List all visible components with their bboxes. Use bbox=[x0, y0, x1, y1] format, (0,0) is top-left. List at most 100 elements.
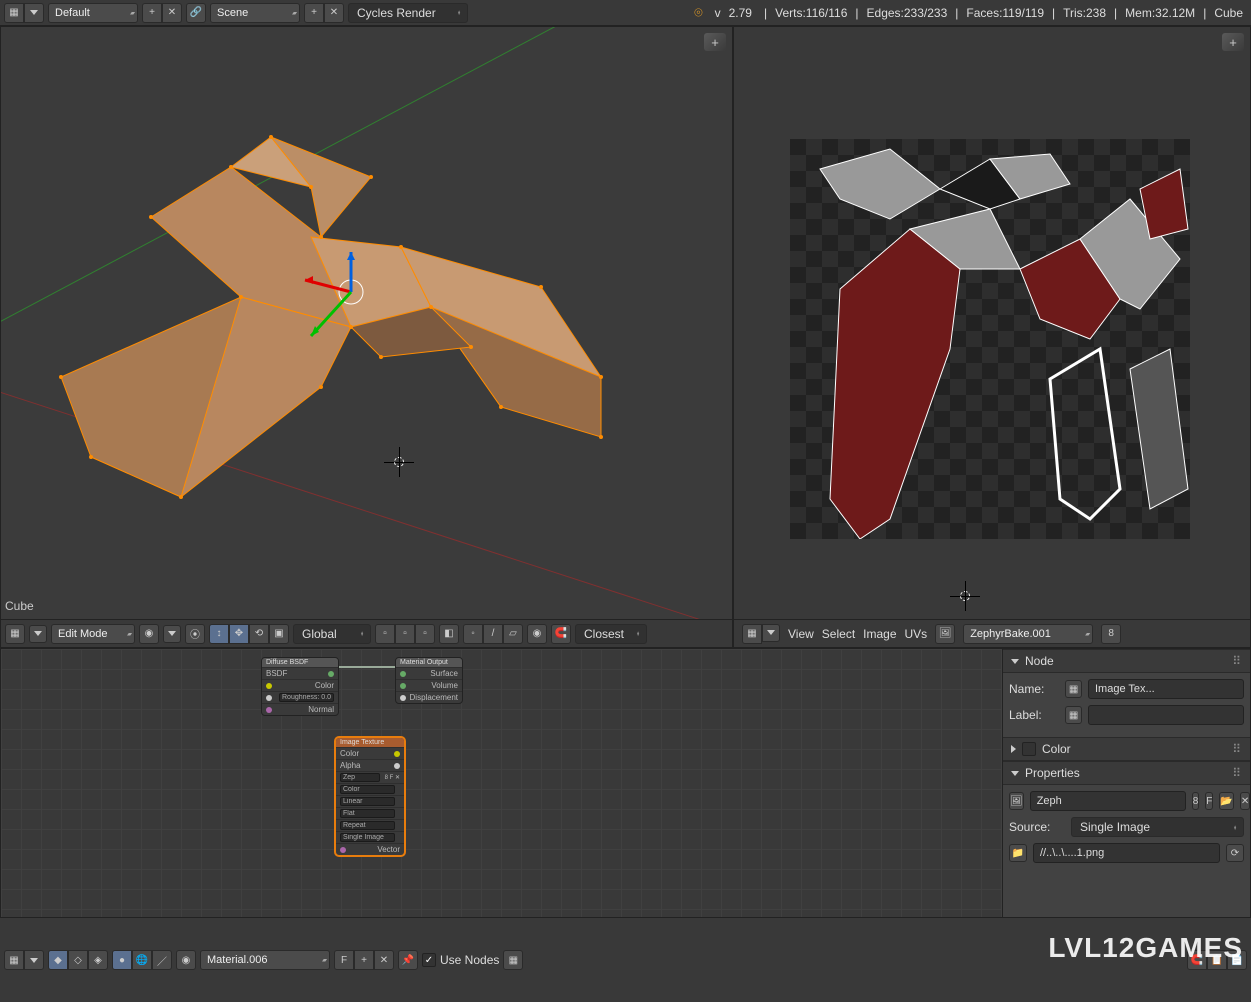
region-split-handle[interactable]: + bbox=[704, 33, 726, 51]
active-object-label: Cube bbox=[5, 599, 34, 613]
uv-editor-header: ▦ View Select Image UVs 🖼 ZephyrBake.001… bbox=[734, 619, 1250, 647]
node-src-select[interactable] bbox=[340, 833, 395, 842]
material-select[interactable]: Material.006 bbox=[200, 950, 330, 970]
scene-select[interactable]: Scene bbox=[210, 3, 300, 23]
menus-collapse-icon[interactable] bbox=[24, 3, 44, 23]
pin-icon[interactable]: 📌 bbox=[398, 950, 418, 970]
node-label-input[interactable] bbox=[1088, 705, 1244, 725]
layer-3[interactable]: ▫ bbox=[415, 624, 435, 644]
texture-tree-icon[interactable]: ◈ bbox=[88, 950, 108, 970]
uv-menu-image[interactable]: Image bbox=[863, 627, 896, 641]
blender-icon: ⌾ bbox=[690, 4, 706, 21]
node-title: Diffuse BSDF bbox=[262, 658, 338, 667]
vert-sel-icon[interactable]: ◦ bbox=[463, 624, 483, 644]
object-shader-icon[interactable]: ● bbox=[112, 950, 132, 970]
open-image-button[interactable]: 📂 bbox=[1219, 792, 1233, 810]
orientation-select[interactable]: Global bbox=[293, 624, 371, 644]
panel-header-color[interactable]: Color⠿ bbox=[1003, 737, 1250, 761]
shader-tree-icon[interactable]: ◆ bbox=[48, 950, 68, 970]
material-browse-icon[interactable]: ◉ bbox=[176, 950, 196, 970]
panel-header-node[interactable]: Node⠿ bbox=[1003, 649, 1250, 673]
source-select[interactable]: Single Image bbox=[1071, 817, 1244, 837]
mode-select[interactable]: Edit Mode bbox=[51, 624, 135, 644]
image-users[interactable]: 8 bbox=[1101, 624, 1121, 644]
image-select[interactable]: ZephyrBake.001 bbox=[963, 624, 1093, 644]
image-users[interactable]: 8 bbox=[1192, 792, 1200, 810]
editor-type-icon[interactable]: ▦ bbox=[4, 3, 24, 23]
manipulator-toggle-icon[interactable]: ↕ bbox=[209, 624, 229, 644]
image-browse-icon[interactable]: 🖼 bbox=[1009, 792, 1024, 810]
node-name-input[interactable] bbox=[1088, 679, 1244, 699]
label-label: Label: bbox=[1009, 708, 1059, 722]
node-image-input[interactable] bbox=[340, 773, 380, 782]
reload-icon[interactable]: ⟳ bbox=[1226, 844, 1244, 862]
uv-layout bbox=[790, 139, 1190, 539]
scene-browse-icon[interactable]: 🔗 bbox=[186, 3, 206, 23]
node-image-texture[interactable]: Image Texture Color Alpha 8 F ✕ Vector bbox=[335, 737, 405, 856]
pivot-icon[interactable]: ⦿ bbox=[185, 624, 205, 644]
line-shader-icon[interactable]: ／ bbox=[152, 950, 172, 970]
uv-menu-uvs[interactable]: UVs bbox=[905, 627, 928, 641]
color-toggle[interactable] bbox=[1022, 742, 1036, 756]
layer-2[interactable]: ▫ bbox=[395, 624, 415, 644]
material-unlink-button[interactable]: ✕ bbox=[374, 950, 394, 970]
edge-sel-icon[interactable]: / bbox=[483, 624, 503, 644]
node-editor[interactable]: Diffuse BSDF BSDF Color Normal Material … bbox=[0, 648, 1251, 918]
node-material-output[interactable]: Material Output Surface Volume Displacem… bbox=[395, 657, 463, 704]
name-label: Name: bbox=[1009, 682, 1059, 696]
layout-add-button[interactable]: + bbox=[142, 3, 162, 23]
render-engine-select[interactable]: Cycles Render bbox=[348, 3, 468, 23]
node-proj-select[interactable] bbox=[340, 809, 395, 818]
face-sel-icon[interactable]: ▱ bbox=[503, 624, 523, 644]
manipulator-translate-icon[interactable]: ✥ bbox=[229, 624, 249, 644]
node-diffuse-bsdf[interactable]: Diffuse BSDF BSDF Color Normal bbox=[261, 657, 339, 716]
node-ext-select[interactable] bbox=[340, 821, 395, 830]
filepath-input[interactable] bbox=[1033, 843, 1220, 863]
snap-toggle-icon[interactable]: 🧲 bbox=[551, 624, 571, 644]
manipulator-rotate-icon[interactable]: ⟲ bbox=[249, 624, 269, 644]
scene-add-button[interactable]: + bbox=[304, 3, 324, 23]
panel-header-properties[interactable]: Properties⠿ bbox=[1003, 761, 1250, 785]
editor-type-icon[interactable]: ▦ bbox=[5, 624, 25, 644]
compositor-tree-icon[interactable]: ◇ bbox=[68, 950, 88, 970]
shading-mode-icon[interactable]: ◉ bbox=[139, 624, 159, 644]
manipulator-scale-icon[interactable]: ▣ bbox=[269, 624, 289, 644]
layer-1[interactable]: ▫ bbox=[375, 624, 395, 644]
roughness-input[interactable] bbox=[279, 693, 334, 702]
menus-collapse-icon[interactable] bbox=[762, 624, 780, 642]
image-name-input[interactable] bbox=[1030, 791, 1186, 811]
watermark-text: LVL12GAMES bbox=[1048, 932, 1243, 964]
fake-user-button[interactable]: F bbox=[1205, 792, 1213, 810]
3d-viewport[interactable]: Cube + ▦ Edit Mode ◉ ⦿ ↕ ✥ ⟲ ▣ Global ▫ … bbox=[0, 26, 733, 648]
world-shader-icon[interactable]: 🌐 bbox=[132, 950, 152, 970]
region-split-handle[interactable]: + bbox=[1222, 33, 1244, 51]
node-cs-select[interactable] bbox=[340, 785, 395, 794]
material-add-button[interactable]: + bbox=[354, 950, 374, 970]
filepath-icon[interactable]: 📁 bbox=[1009, 844, 1027, 862]
uv-menu-select[interactable]: Select bbox=[822, 627, 855, 641]
layout-delete-button[interactable]: ✕ bbox=[162, 3, 182, 23]
shading-collapse-icon[interactable] bbox=[163, 625, 181, 643]
scene-delete-button[interactable]: ✕ bbox=[324, 3, 344, 23]
screen-layout-select[interactable]: Default bbox=[48, 3, 138, 23]
image-browse-icon[interactable]: 🖼 bbox=[935, 624, 955, 644]
unlink-image-button[interactable]: ✕ bbox=[1240, 792, 1250, 810]
source-label: Source: bbox=[1009, 820, 1065, 834]
node-title: Image Texture bbox=[336, 738, 404, 747]
prop-edit-icon[interactable]: ◉ bbox=[527, 624, 547, 644]
editor-type-icon[interactable]: ▦ bbox=[4, 950, 24, 970]
limit-sel-icon[interactable]: ◧ bbox=[439, 624, 459, 644]
3d-view-header: ▦ Edit Mode ◉ ⦿ ↕ ✥ ⟲ ▣ Global ▫ ▫ ▫ ◧ ◦… bbox=[1, 619, 732, 647]
menus-collapse-icon[interactable] bbox=[24, 950, 44, 970]
snap-element-select[interactable]: Closest bbox=[575, 624, 647, 644]
use-nodes-label: Use Nodes bbox=[440, 953, 499, 967]
use-nodes-checkbox[interactable] bbox=[422, 953, 436, 967]
backdrop-icon[interactable]: ▦ bbox=[503, 950, 523, 970]
editor-type-icon[interactable]: ▦ bbox=[742, 624, 762, 644]
uv-menu-view[interactable]: View bbox=[788, 627, 814, 641]
uv-image-editor[interactable]: + ▦ View Select Image UVs 🖼 ZephyrBake.0… bbox=[733, 26, 1251, 648]
fake-user-button[interactable]: F bbox=[334, 950, 354, 970]
node-type-icon: ▦ bbox=[1065, 680, 1082, 698]
menus-collapse-icon[interactable] bbox=[29, 625, 47, 643]
node-interp-select[interactable] bbox=[340, 797, 395, 806]
